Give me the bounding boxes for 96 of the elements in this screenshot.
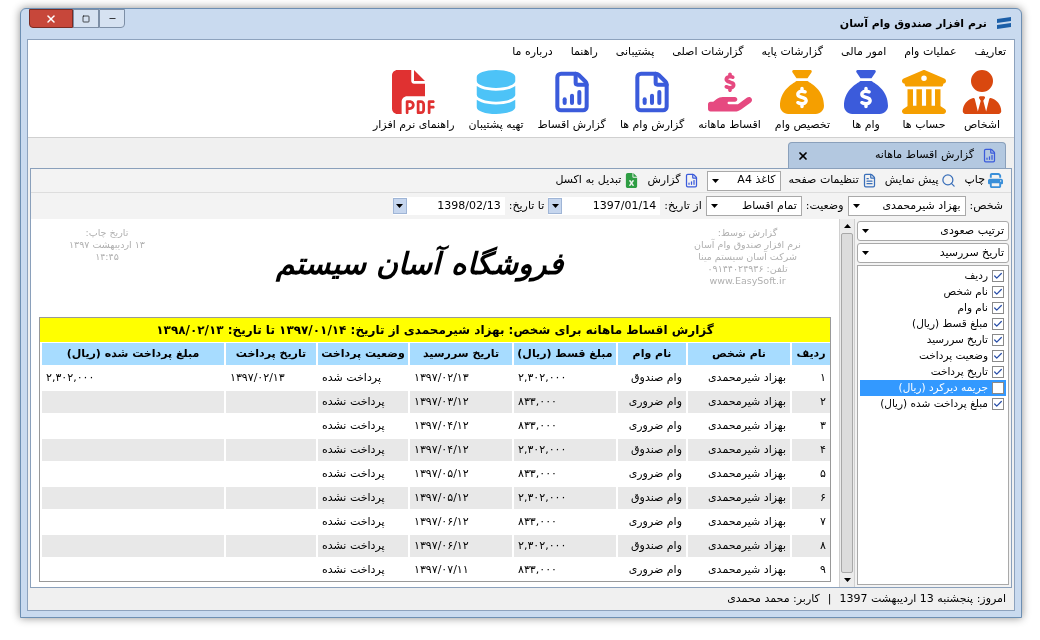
toolbar-button[interactable]: اشخاص <box>958 69 1006 133</box>
menu-item[interactable]: امور مالی <box>841 43 887 61</box>
spreadsheet-icon <box>624 173 640 188</box>
status-dropdown[interactable]: تمام اقساط <box>705 196 802 216</box>
status-text: کاربر: محمد محمدی <box>727 590 820 607</box>
report-info-text: www.EasySoft.ir <box>709 275 786 287</box>
toolbar-button[interactable]: اقساط ماهانه <box>696 69 763 133</box>
checkbox[interactable] <box>992 398 1004 410</box>
toolbar-button[interactable]: وام ها <box>842 69 890 133</box>
checkbox[interactable] <box>992 350 1004 362</box>
report-info-text: تلفن: ۰۹۱۴۴۰۲۴۹۳۶ <box>707 263 788 275</box>
toolbar-button[interactable]: چاپ <box>964 172 1003 189</box>
caret-icon <box>843 578 851 582</box>
toolbar-button[interactable]: تخصیص وام <box>772 69 832 133</box>
caret-icon <box>862 251 869 255</box>
checkbox[interactable] <box>992 270 1004 282</box>
field-label: وضعیت: <box>805 197 844 214</box>
report-info-text: گزارش توسط: <box>717 227 778 239</box>
maximize-icon <box>82 14 90 23</box>
sort-field-dropdown[interactable]: تاریخ سررسید <box>857 243 1009 263</box>
checkbox[interactable] <box>992 334 1004 346</box>
print-date-text: ۱۳ اردیبهشت ۱۳۹۷ <box>69 239 145 251</box>
printer-icon <box>988 173 1003 188</box>
column-list-item[interactable]: مبلغ قسط (ریال) <box>860 316 1006 332</box>
column-list-item[interactable]: وضعیت پرداخت <box>860 348 1006 364</box>
window-title: نرم افزار صندوق وام آسان <box>839 15 987 32</box>
column-list-item[interactable]: نام وام <box>860 300 1006 316</box>
column-list-item[interactable]: مبلغ پرداخت شده (ریال) <box>860 396 1006 412</box>
table-cell: پرداخت نشده <box>316 559 408 581</box>
paper-size-dropdown[interactable]: کاغذ A4 <box>706 170 781 191</box>
table-cell: ۱۳۹۷/۰۷/۱۱ <box>408 559 512 581</box>
menu-item[interactable]: گزارشات اصلی <box>672 43 744 61</box>
report-info-text: نرم افزار صندوق وام آسان <box>694 239 801 251</box>
caret-icon <box>396 204 404 208</box>
caret-icon <box>862 229 869 233</box>
print-date-text: ۱۴:۴۵ <box>95 251 119 263</box>
menu-item[interactable]: گزارشات پایه <box>761 43 824 61</box>
table-cell: ۸۳۳,۰۰۰ <box>512 559 616 581</box>
toolbar-button[interactable]: گزارش <box>647 172 699 189</box>
field-label: از تاریخ: <box>664 197 702 214</box>
column-list-item[interactable]: نام شخص <box>860 284 1006 300</box>
column-list-item[interactable]: ردیف <box>860 268 1006 284</box>
checkbox[interactable] <box>992 286 1004 298</box>
toolbar-button[interactable]: تهیه پشتیبان <box>466 69 526 133</box>
document-tab[interactable]: گزارش اقساط ماهانه <box>788 142 1006 168</box>
checkbox[interactable] <box>992 302 1004 314</box>
chart-document-icon <box>982 148 997 163</box>
person-dropdown[interactable]: بهزاد شیرمحمدی <box>847 196 966 216</box>
report-title: گزارش اقساط ماهانه برای شخص: بهزاد شیرمحمدی از تاریخ: ۱۳۹۷/۰۱/۱۴ تا تاریخ: ۱۳۹۸/۰۲/۱۳ <box>40 318 830 342</box>
date-picker[interactable]: 1398/02/13 <box>392 197 505 215</box>
checkbox[interactable] <box>992 382 1004 394</box>
report-logo-text: فروشگاه آسان سیستم <box>276 244 563 284</box>
caret-icon <box>551 204 559 208</box>
print-date-text: تاریخ چاپ: <box>85 227 129 239</box>
toolbar-button[interactable]: راهنمای نرم افزار <box>371 69 457 133</box>
menu-item[interactable]: عملیات وام <box>904 43 957 61</box>
scrollbar[interactable] <box>839 219 855 587</box>
table-cell: بهزاد شیرمحمدی <box>686 559 790 581</box>
page-icon <box>861 173 877 188</box>
toolbar-button[interactable]: گزارش وام ها <box>617 69 687 133</box>
menu-item[interactable]: درباره ما <box>512 43 553 61</box>
menu-item[interactable]: راهنما <box>570 43 598 61</box>
bank-icon <box>902 69 946 114</box>
close-icon <box>45 12 57 25</box>
table-cell: ۹ <box>790 559 830 581</box>
toolbar-button[interactable]: پیش نمایش <box>884 172 957 189</box>
checkbox[interactable] <box>992 366 1004 378</box>
money-bag-icon <box>844 69 888 114</box>
chart-document-icon <box>683 173 699 188</box>
close-icon[interactable] <box>797 149 809 162</box>
menu-item[interactable]: تعاریف <box>974 43 1006 61</box>
money-bag-icon <box>780 69 825 114</box>
caret-icon <box>711 178 719 183</box>
sort-order-dropdown[interactable]: ترتیب صعودی <box>857 221 1009 241</box>
close-button[interactable] <box>29 9 73 28</box>
table-cell: وام ضروری <box>616 559 686 581</box>
caret-icon <box>852 204 860 208</box>
status-text: امروز: پنجشنبه 13 اردیبهشت 1397 <box>839 590 1006 607</box>
toolbar-button[interactable]: تنظیمات صفحه <box>788 172 877 189</box>
menu-item[interactable]: پشتیبانی <box>615 43 655 61</box>
caret-icon <box>843 224 851 228</box>
field-label: شخص: <box>969 197 1003 214</box>
toolbar-button[interactable]: تبدیل به اکسل <box>555 172 640 189</box>
report-info-text: شرکت آسان سیستم مینا <box>698 251 797 263</box>
field-label: تا تاریخ: <box>508 197 545 214</box>
person-icon <box>960 69 1004 114</box>
magnifier-icon <box>941 173 957 188</box>
status-separator: | <box>827 590 832 607</box>
toolbar-button[interactable]: گزارش اقساط <box>535 69 608 133</box>
column-list-item[interactable]: تاریخ پرداخت <box>860 364 1006 380</box>
checkbox[interactable] <box>992 318 1004 330</box>
column-list-item[interactable]: تاریخ سررسید <box>860 332 1006 348</box>
toolbar-button[interactable]: حساب ها <box>900 69 948 133</box>
date-picker[interactable]: 1397/01/14 <box>548 197 661 215</box>
pdf-document-icon <box>391 69 436 114</box>
caret-icon <box>710 204 718 208</box>
